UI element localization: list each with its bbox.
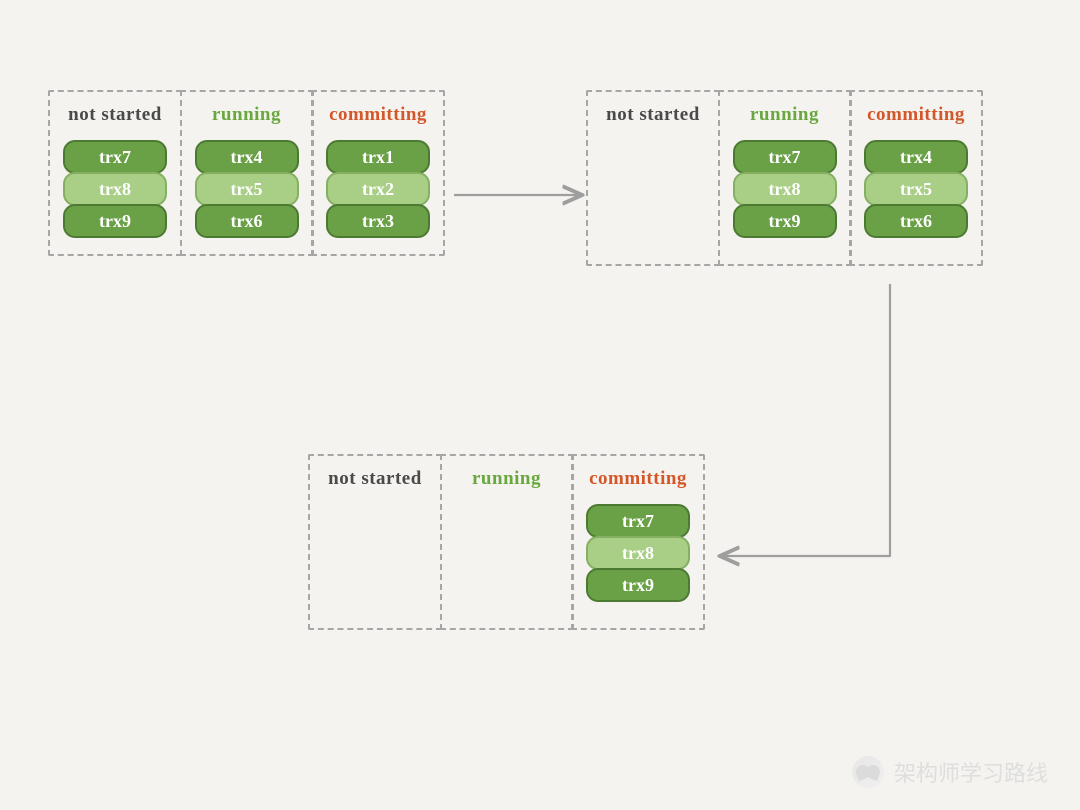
- stage-1: not started trx7 trx8 trx9 running trx4 …: [48, 90, 445, 256]
- stage-2: not started running trx7 trx8 trx9 commi…: [586, 90, 983, 266]
- col-committing: committing trx7 trx8 trx9: [571, 454, 705, 630]
- trx-item: trx8: [586, 536, 690, 570]
- wechat-icon: [852, 756, 884, 788]
- items: trx7 trx8 trx9: [581, 504, 695, 602]
- col-not-started: not started: [308, 454, 442, 630]
- trx-item: trx5: [864, 172, 968, 206]
- trx-item: trx8: [63, 172, 167, 206]
- col-running: running trx7 trx8 trx9: [718, 90, 852, 266]
- trx-item: trx4: [864, 140, 968, 174]
- trx-item: trx9: [733, 204, 837, 238]
- watermark: 架构师学习路线: [852, 756, 1048, 788]
- watermark-text: 架构师学习路线: [894, 756, 1048, 788]
- state-label-running: running: [472, 468, 541, 490]
- stage-3: not started running committing trx7 trx8…: [308, 454, 705, 630]
- state-label-not-started: not started: [68, 104, 162, 126]
- items: trx7 trx8 trx9: [728, 140, 842, 238]
- trx-item: trx5: [195, 172, 299, 206]
- trx-item: trx3: [326, 204, 430, 238]
- items: trx4 trx5 trx6: [859, 140, 973, 238]
- trx-item: trx7: [733, 140, 837, 174]
- items: trx7 trx8 trx9: [58, 140, 172, 238]
- items-empty: [450, 504, 564, 612]
- col-not-started: not started: [586, 90, 720, 266]
- items-empty: [596, 140, 710, 248]
- trx-item: trx1: [326, 140, 430, 174]
- trx-item: trx9: [586, 568, 690, 602]
- trx-item: trx7: [586, 504, 690, 538]
- trx-item: trx4: [195, 140, 299, 174]
- state-label-running: running: [750, 104, 819, 126]
- state-label-not-started: not started: [328, 468, 422, 490]
- arrow-stage1-to-stage2: [452, 180, 592, 210]
- trx-item: trx2: [326, 172, 430, 206]
- state-label-committing: committing: [329, 104, 427, 126]
- items: trx1 trx2 trx3: [321, 140, 435, 238]
- items-empty: [318, 504, 432, 612]
- items: trx4 trx5 trx6: [190, 140, 304, 238]
- trx-item: trx8: [733, 172, 837, 206]
- col-not-started: not started trx7 trx8 trx9: [48, 90, 182, 256]
- state-label-committing: committing: [589, 468, 687, 490]
- col-committing: committing trx4 trx5 trx6: [849, 90, 983, 266]
- col-running: running: [440, 454, 574, 630]
- col-running: running trx4 trx5 trx6: [180, 90, 314, 256]
- col-committing: committing trx1 trx2 trx3: [311, 90, 445, 256]
- trx-item: trx7: [63, 140, 167, 174]
- state-label-not-started: not started: [606, 104, 700, 126]
- trx-item: trx6: [195, 204, 299, 238]
- state-label-committing: committing: [867, 104, 965, 126]
- arrow-stage2-to-stage3: [710, 280, 900, 580]
- trx-item: trx6: [864, 204, 968, 238]
- state-label-running: running: [212, 104, 281, 126]
- trx-item: trx9: [63, 204, 167, 238]
